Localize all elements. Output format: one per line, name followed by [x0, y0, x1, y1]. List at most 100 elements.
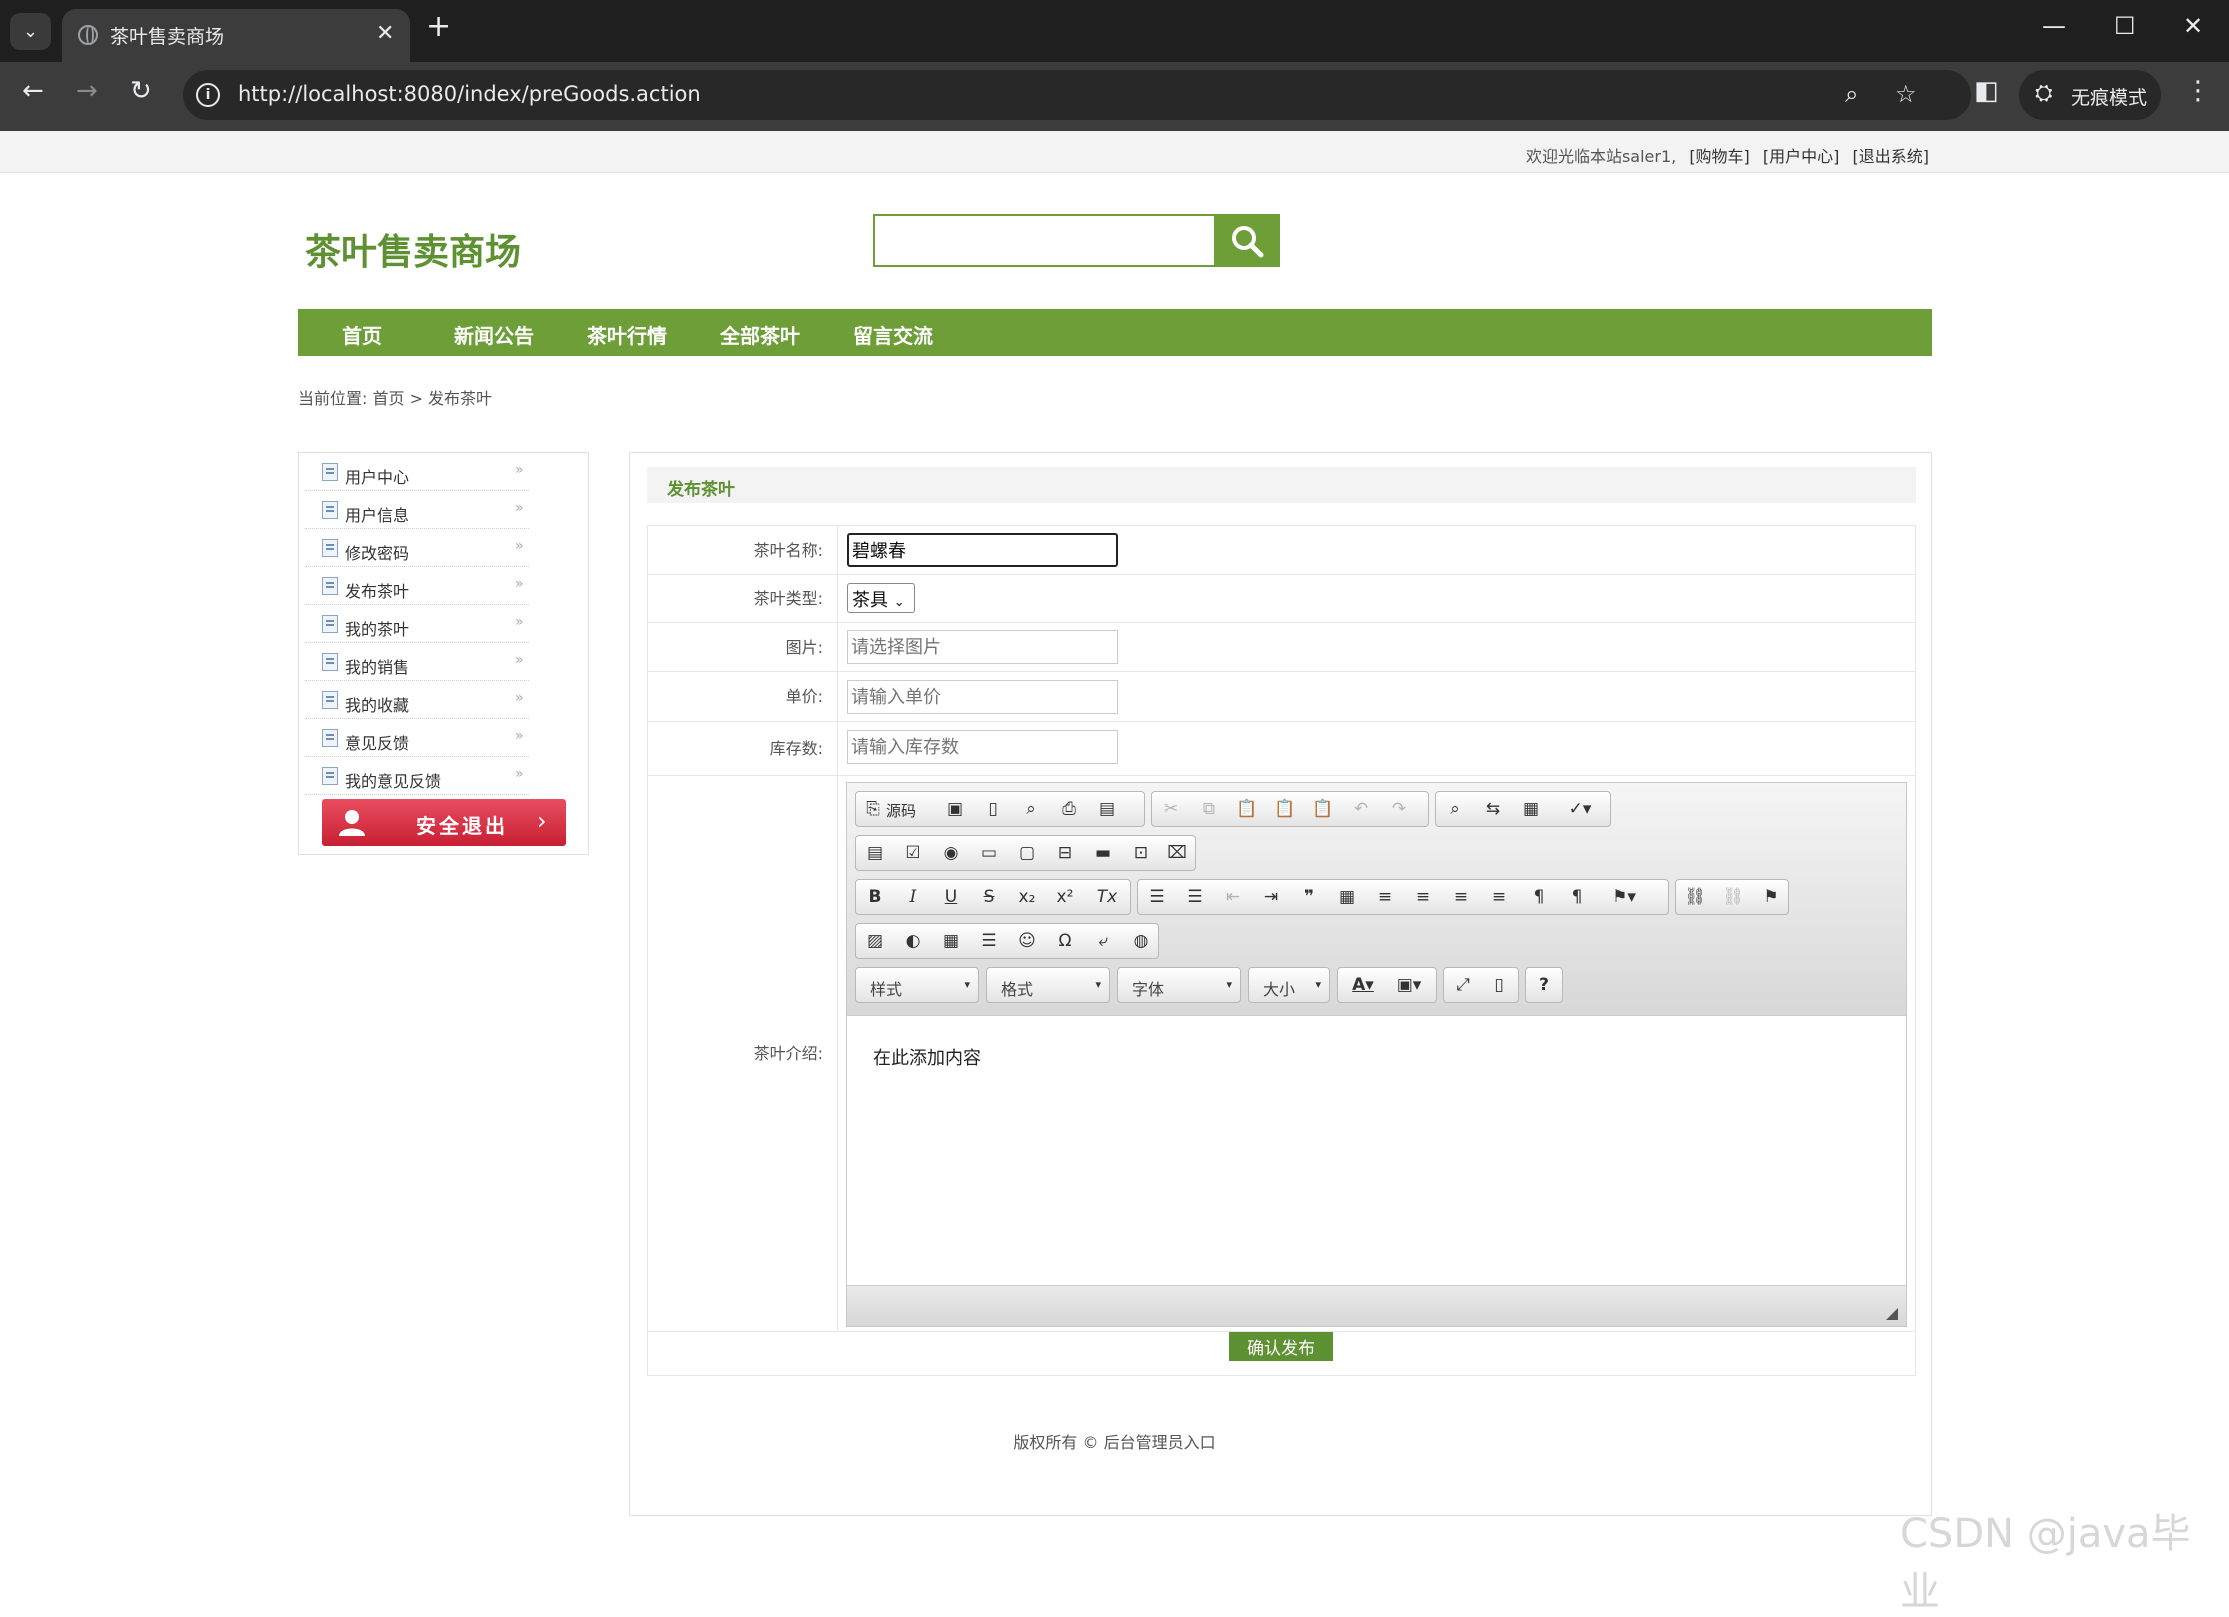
iframe-globe-icon[interactable]: ◍ [1130, 930, 1152, 952]
preview-icon[interactable]: ⌕ [1020, 798, 1042, 820]
sidebar-item-user-info[interactable]: 用户信息 » [305, 491, 529, 529]
replace-icon[interactable]: ⇆ [1482, 798, 1504, 820]
minimize-button[interactable]: — [2042, 14, 2066, 38]
site-logo[interactable]: 茶叶售卖商场 [305, 223, 521, 275]
address-bar[interactable]: i http://localhost:8080/index/preGoods.a… [183, 70, 1971, 120]
undo-icon[interactable]: ↶ [1350, 798, 1372, 820]
logout-link[interactable]: [退出系统] [1853, 147, 1930, 166]
paste-text-icon[interactable]: 📋 [1274, 798, 1296, 820]
help-icon[interactable]: ? [1533, 974, 1555, 996]
source-button-label[interactable]: 源码 [886, 800, 916, 821]
incognito-indicator[interactable]: ⛭ 无痕模式 [2019, 70, 2161, 120]
flash-icon[interactable]: ◐ [902, 930, 924, 952]
select-all-icon[interactable]: ▦ [1520, 798, 1542, 820]
window-close-button[interactable]: ✕ [2183, 14, 2203, 38]
safe-logout-button[interactable]: 安全退出 › [322, 799, 566, 846]
unlink-icon[interactable]: ⛓ [1722, 886, 1744, 908]
textarea-icon[interactable]: ▢ [1016, 842, 1038, 864]
sidebar-item-my-tea[interactable]: 我的茶叶 » [305, 605, 529, 643]
paste-icon[interactable]: 📋 [1236, 798, 1258, 820]
close-icon[interactable]: ✕ [376, 21, 394, 46]
browser-tab[interactable]: 茶叶售卖商场 ✕ [62, 9, 410, 62]
bold-icon[interactable]: B [864, 886, 886, 908]
size-dropdown[interactable]: 大小 ▾ [1248, 967, 1330, 1003]
tea-name-input[interactable] [847, 533, 1118, 567]
browser-menu-icon[interactable]: ⋮ [2185, 76, 2211, 106]
new-page-icon[interactable]: ▯ [982, 798, 1004, 820]
nav-home[interactable]: 首页 [342, 320, 382, 349]
align-center-icon[interactable]: ≡ [1412, 886, 1434, 908]
templates-icon[interactable]: ▤ [1096, 798, 1118, 820]
nav-news[interactable]: 新闻公告 [454, 320, 534, 349]
special-char-icon[interactable]: Ω [1054, 930, 1076, 952]
stock-input[interactable] [847, 730, 1118, 764]
reload-button[interactable]: ↻ [130, 78, 152, 104]
text-color-icon[interactable]: A▾ [1344, 974, 1382, 996]
style-dropdown[interactable]: 样式 ▾ [855, 967, 979, 1003]
search-button[interactable] [1214, 214, 1280, 267]
bulleted-list-icon[interactable]: ☰ [1184, 886, 1206, 908]
editor-content-area[interactable]: 在此添加内容 [847, 1015, 1906, 1285]
hidden-field-icon[interactable]: ⌧ [1166, 842, 1188, 864]
info-icon[interactable]: i [196, 83, 220, 107]
paste-word-icon[interactable]: 📋 [1312, 798, 1334, 820]
background-color-icon[interactable]: ▣▾ [1390, 974, 1428, 996]
image-icon[interactable]: ▨ [864, 930, 886, 952]
forward-button[interactable]: → [76, 78, 98, 104]
language-icon[interactable]: ⚑▾ [1604, 886, 1644, 908]
cart-link[interactable]: [购物车] [1689, 147, 1750, 166]
sidebar-item-publish-tea[interactable]: 发布茶叶 » [305, 567, 529, 605]
search-input[interactable] [873, 214, 1215, 267]
horizontal-rule-icon[interactable]: ☰ [978, 930, 1000, 952]
nav-messages[interactable]: 留言交流 [853, 320, 933, 349]
redo-icon[interactable]: ↷ [1388, 798, 1410, 820]
superscript-icon[interactable]: x² [1054, 886, 1076, 908]
copy-icon[interactable]: ⧉ [1198, 798, 1220, 820]
tea-type-select[interactable]: 茶具 ⌄ [847, 583, 915, 613]
sidebar-item-my-feedback[interactable]: 我的意见反馈 » [305, 757, 529, 795]
strikethrough-icon[interactable]: S [978, 886, 1000, 908]
indent-icon[interactable]: ⇥ [1260, 886, 1282, 908]
print-icon[interactable]: ⎙ [1058, 798, 1080, 820]
anchor-flag-icon[interactable]: ⚑ [1760, 886, 1782, 908]
image-input[interactable] [847, 630, 1118, 664]
back-button[interactable]: ← [22, 78, 44, 104]
form-icon[interactable]: ▤ [864, 842, 886, 864]
underline-icon[interactable]: U [940, 886, 962, 908]
tab-search-button[interactable]: ⌄ [10, 13, 51, 50]
show-blocks-icon[interactable]: ▯ [1488, 974, 1510, 996]
italic-icon[interactable]: I [902, 886, 924, 908]
spellcheck-icon[interactable]: ✓▾ [1560, 798, 1600, 820]
remove-format-icon[interactable]: Tx [1096, 886, 1118, 908]
find-icon[interactable]: ⌕ [1444, 798, 1466, 820]
user-center-link[interactable]: [用户中心] [1763, 147, 1840, 166]
blockquote-icon[interactable]: ❞ [1298, 886, 1320, 908]
price-input[interactable] [847, 680, 1118, 714]
sidebar-item-feedback[interactable]: 意见反馈 » [305, 719, 529, 757]
link-icon[interactable]: ⛓ [1684, 886, 1706, 908]
justify-icon[interactable]: ≡ [1488, 886, 1510, 908]
maximize-icon[interactable]: ⤢ [1452, 974, 1474, 996]
new-tab-button[interactable]: + [426, 12, 451, 42]
rtl-icon[interactable]: ¶ [1566, 886, 1588, 908]
footer-text[interactable]: 版权所有 © 后台管理员入口 [1013, 1433, 1215, 1452]
cut-icon[interactable]: ✂ [1160, 798, 1182, 820]
maximize-button[interactable]: ☐ [2114, 14, 2136, 38]
sidebar-item-my-sales[interactable]: 我的销售 » [305, 643, 529, 681]
confirm-publish-button[interactable]: 确认发布 [1229, 1332, 1333, 1361]
subscript-icon[interactable]: x₂ [1016, 886, 1038, 908]
checkbox-icon[interactable]: ☑ [902, 842, 924, 864]
smiley-icon[interactable]: ☺ [1016, 930, 1038, 952]
image-button-icon[interactable]: ⊡ [1130, 842, 1152, 864]
div-container-icon[interactable]: ▦ [1336, 886, 1358, 908]
save-icon[interactable]: ▣ [944, 798, 966, 820]
outdent-icon[interactable]: ⇤ [1222, 886, 1244, 908]
ltr-icon[interactable]: ¶ [1528, 886, 1550, 908]
nav-all-tea[interactable]: 全部茶叶 [720, 320, 800, 349]
bookmark-star-icon[interactable]: ☆ [1895, 80, 1917, 108]
numbered-list-icon[interactable]: ☰ [1146, 886, 1168, 908]
align-right-icon[interactable]: ≡ [1450, 886, 1472, 908]
sidebar-item-my-favorites[interactable]: 我的收藏 » [305, 681, 529, 719]
format-dropdown[interactable]: 格式 ▾ [986, 967, 1110, 1003]
page-break-icon[interactable]: ⤶ [1092, 930, 1114, 952]
